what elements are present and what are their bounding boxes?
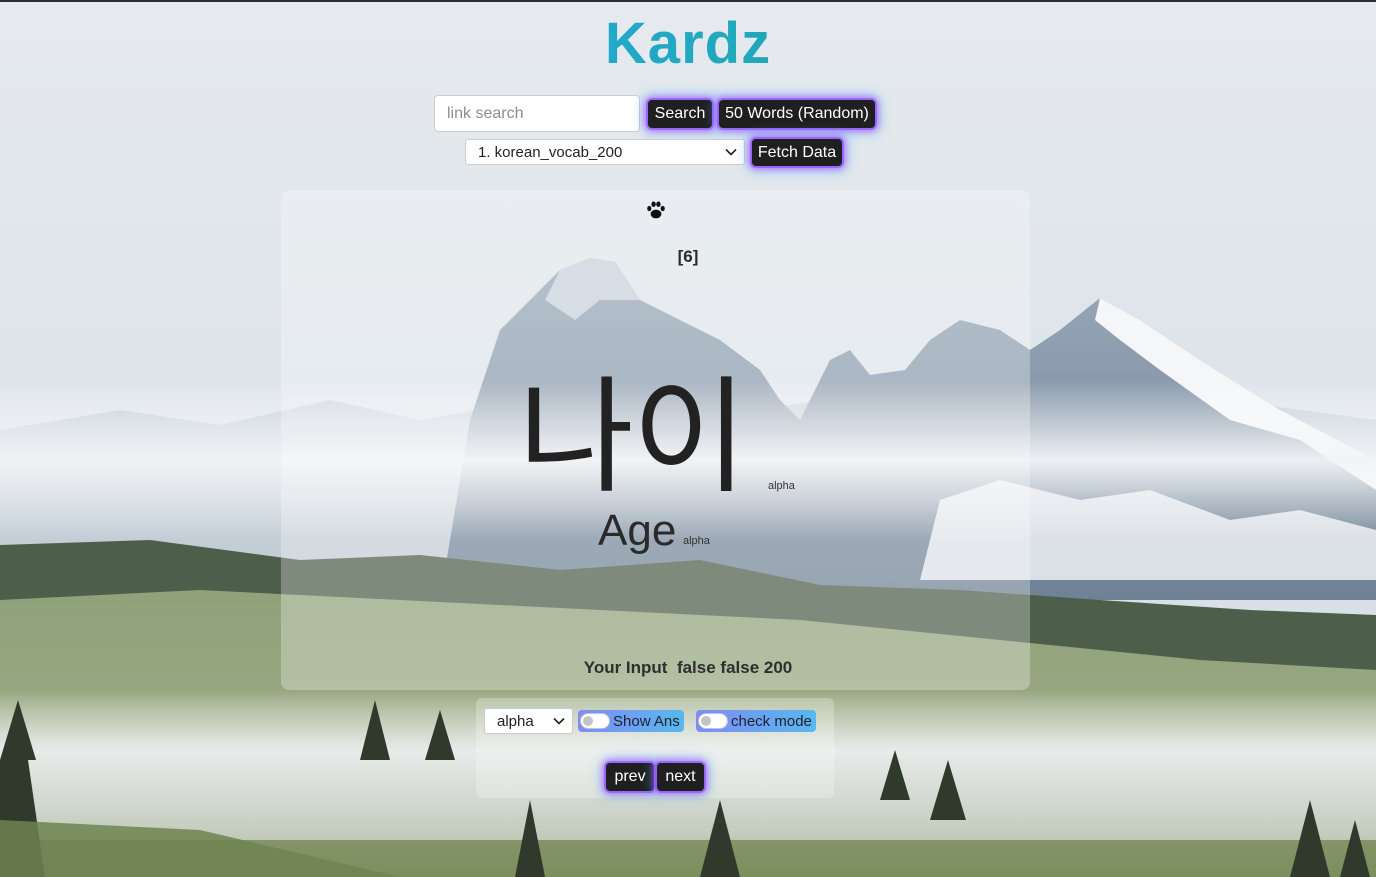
card-index: [6] [677,247,699,266]
random-words-button[interactable]: 50 Words (Random) [719,100,875,128]
card-meaning: Age [598,506,677,555]
check-mode-switch[interactable] [698,713,728,729]
your-input-label: Your Input [583,658,668,677]
window-top-border [0,0,1376,2]
chevron-down-icon [718,145,744,159]
your-input-values: false false 200 [676,658,793,677]
dataset-select[interactable]: 1. korean_vocab_200 [465,139,745,165]
check-mode-label: check mode [731,712,812,730]
next-button[interactable]: next [657,763,704,791]
prev-button[interactable]: prev [606,763,654,791]
chevron-down-icon [546,714,572,728]
paw-icon[interactable] [645,199,667,221]
search-button[interactable]: Search [648,100,712,128]
show-answer-label: Show Ans [613,712,680,730]
fetch-data-button[interactable]: Fetch Data [752,139,842,166]
your-input-status: Your Input false false 200 [0,658,1376,678]
card-word: 나이 [518,364,748,511]
mode-select[interactable]: alpha [484,708,573,734]
show-answer-switch[interactable] [580,713,610,729]
show-answer-toggle[interactable]: Show Ans [578,710,684,732]
card-meaning-tag: alpha [683,535,710,547]
dataset-select-value: 1. korean_vocab_200 [478,143,623,161]
app-title: Kardz [0,8,1376,80]
link-search-input[interactable] [434,95,640,132]
check-mode-toggle[interactable]: check mode [696,710,816,732]
card-word-tag: alpha [768,480,795,492]
mode-select-value: alpha [497,712,534,730]
